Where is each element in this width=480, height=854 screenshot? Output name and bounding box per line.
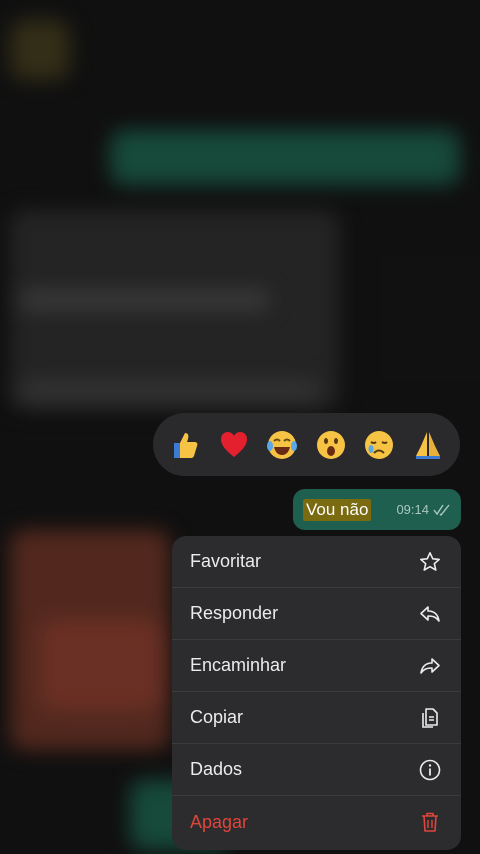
reaction-tears-of-joy[interactable] [262,425,302,465]
reaction-crying[interactable] [359,425,399,465]
menu-item-favoritar[interactable]: Favoritar [172,536,461,588]
menu-item-responder[interactable]: Responder [172,588,461,640]
message-bubble[interactable]: Vou não 09:14 [293,489,461,530]
reply-icon [417,601,443,627]
menu-item-label: Apagar [190,811,249,832]
double-check-icon [433,504,450,516]
menu-item-label: Dados [190,759,243,779]
menu-item-encaminhar[interactable]: Encaminhar [172,640,461,692]
copy-icon [417,705,443,731]
menu-item-label: Responder [190,603,279,623]
menu-item-label: Favoritar [190,551,262,571]
info-icon [417,757,443,783]
message-time: 09:14 [396,502,429,517]
message-context-menu: Favoritar Responder Encaminhar Copiar Da… [172,536,461,850]
menu-item-apagar[interactable]: Apagar [172,796,461,848]
forward-icon [417,653,443,679]
menu-item-label: Encaminhar [190,655,287,675]
reaction-thumbs-up[interactable] [165,425,205,465]
menu-item-label: Copiar [190,707,244,727]
reaction-folded-hands[interactable] [408,425,448,465]
star-icon [417,549,443,575]
trash-icon [417,809,443,835]
message-meta: 09:14 [396,502,451,517]
reaction-heart[interactable] [214,425,254,465]
reaction-bar [153,413,460,476]
menu-item-copiar[interactable]: Copiar [172,692,461,744]
menu-item-dados[interactable]: Dados [172,744,461,796]
message-text: Vou não [303,498,372,521]
reaction-open-mouth[interactable] [311,425,351,465]
